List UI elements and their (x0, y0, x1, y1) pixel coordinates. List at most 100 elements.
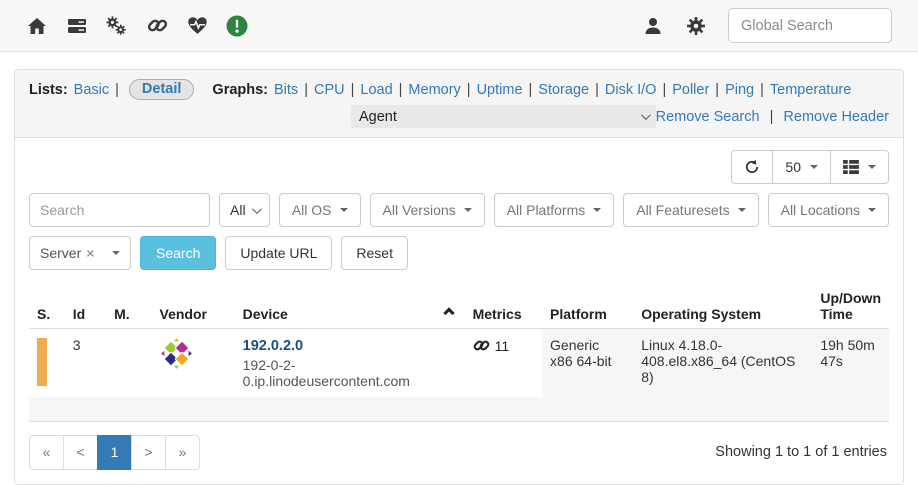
remove-search-link[interactable]: Remove Search (656, 109, 760, 125)
graph-link-diskio[interactable]: Disk I/O (605, 82, 657, 98)
servers-icon[interactable] (66, 15, 88, 37)
tag-remove-icon[interactable]: × (86, 245, 94, 261)
filter-label: All OS (292, 202, 332, 218)
graph-link-cpu[interactable]: CPU (314, 82, 345, 98)
filter-all-locations[interactable]: All Locations (768, 193, 889, 227)
col-os[interactable]: Operating System (633, 284, 812, 329)
graph-link-uptime[interactable]: Uptime (477, 82, 523, 98)
cogs-icon[interactable] (106, 15, 128, 37)
col-device[interactable]: Device (235, 284, 465, 329)
tag-value: Server (40, 245, 81, 261)
metrics-cell: 11 (465, 329, 542, 398)
panel-body: 50 All All OS All Versions (15, 138, 903, 484)
page-1-button[interactable]: 1 (97, 435, 132, 470)
caret-down-icon (464, 208, 472, 212)
page-next-button[interactable]: > (131, 435, 166, 470)
remove-header-link[interactable]: Remove Header (783, 109, 889, 125)
col-updown[interactable]: Up/Down Time (812, 284, 889, 329)
device-row: 3 (29, 329, 889, 398)
lists-detail-button[interactable]: Detail (129, 79, 195, 100)
global-search-input[interactable] (728, 8, 892, 43)
device-type-select[interactable]: All (219, 193, 270, 227)
separator: | (595, 82, 599, 98)
maintenance-cell (106, 329, 151, 398)
separator: | (662, 82, 666, 98)
page-size-value: 50 (785, 159, 801, 175)
sort-asc-icon (443, 307, 454, 318)
user-icon[interactable] (642, 15, 664, 37)
filter-all-platforms[interactable]: All Platforms (494, 193, 615, 227)
status-cell (29, 329, 65, 398)
graph-link-ping[interactable]: Ping (725, 82, 754, 98)
col-maintenance[interactable]: M. (106, 284, 151, 329)
refresh-button[interactable] (731, 150, 773, 184)
graph-link-poller[interactable]: Poller (672, 82, 709, 98)
device-link[interactable]: 192.0.2.0 (243, 338, 303, 354)
devices-panel: Lists: Basic | Detail Graphs: Bits | CPU… (14, 69, 904, 485)
device-group-select[interactable]: Server × (29, 236, 131, 270)
caret-down-icon (340, 208, 348, 212)
centos-logo (160, 337, 193, 370)
alert-status-icon[interactable] (226, 15, 248, 37)
chevron-down-icon (252, 204, 262, 214)
pagination: « < 1 > » (29, 435, 200, 470)
filter-label: All Locations (781, 202, 860, 218)
home-icon[interactable] (26, 15, 48, 37)
vendor-cell (152, 329, 235, 398)
col-id[interactable]: Id (65, 284, 106, 329)
updown-cell: 19h 50m 47s (812, 329, 889, 398)
graph-link-bits[interactable]: Bits (274, 82, 298, 98)
navbar-right (642, 8, 892, 43)
col-status[interactable]: S. (29, 284, 65, 329)
separator: | (529, 82, 533, 98)
filter-label: All Versions (383, 202, 456, 218)
filter-label: All Platforms (507, 202, 586, 218)
col-vendor[interactable]: Vendor (152, 284, 235, 329)
chevron-down-icon (641, 110, 651, 120)
separator: | (115, 82, 119, 98)
page-prev-button[interactable]: < (63, 435, 98, 470)
graph-link-temperature[interactable]: Temperature (770, 82, 851, 98)
filter-all-featuresets[interactable]: All Featuresets (623, 193, 758, 227)
link-icon (473, 337, 490, 354)
separator: | (304, 82, 308, 98)
agent-select[interactable]: Agent (351, 105, 656, 128)
navbar-menu (26, 15, 248, 37)
lists-basic-link[interactable]: Basic (74, 82, 109, 98)
health-icon[interactable] (186, 15, 208, 37)
layout-button[interactable] (830, 150, 889, 184)
device-search-input[interactable] (29, 193, 210, 227)
remove-links: Remove Search | Remove Header (656, 109, 889, 125)
col-device-label: Device (243, 306, 288, 322)
col-platform[interactable]: Platform (542, 284, 633, 329)
caret-down-icon (868, 165, 876, 169)
metrics-ports-link[interactable]: 11 (473, 337, 534, 354)
filter-row-1: All All OS All Versions All Platforms Al… (29, 193, 889, 227)
device-type-value: All (230, 202, 246, 218)
metrics-count: 11 (495, 338, 510, 354)
filter-all-os[interactable]: All OS (279, 193, 361, 227)
page-first-button[interactable]: « (29, 435, 64, 470)
graph-link-memory[interactable]: Memory (408, 82, 460, 98)
id-cell: 3 (65, 329, 106, 398)
col-metrics[interactable]: Metrics (465, 284, 542, 329)
filter-all-versions[interactable]: All Versions (370, 193, 485, 227)
page-size-button[interactable]: 50 (772, 150, 831, 184)
page-last-button[interactable]: » (165, 435, 200, 470)
filter-row-2: Server × Search Update URL Reset (29, 236, 889, 270)
reset-button[interactable]: Reset (341, 236, 408, 270)
graph-link-load[interactable]: Load (360, 82, 392, 98)
search-button[interactable]: Search (140, 236, 216, 270)
panel-heading: Lists: Basic | Detail Graphs: Bits | CPU… (15, 70, 903, 138)
platform-cell: Generic x86 64-bit (542, 329, 633, 398)
entries-summary: Showing 1 to 1 of 1 entries (715, 444, 889, 460)
lists-graphs-row: Lists: Basic | Detail Graphs: Bits | CPU… (29, 79, 889, 100)
top-navbar (0, 0, 918, 52)
update-url-button[interactable]: Update URL (225, 236, 332, 270)
device-sub-row (29, 397, 889, 421)
caret-down-icon (112, 251, 120, 255)
graph-link-storage[interactable]: Storage (538, 82, 589, 98)
link-icon[interactable] (146, 15, 168, 37)
gear-icon[interactable] (685, 15, 707, 37)
separator: | (760, 82, 764, 98)
